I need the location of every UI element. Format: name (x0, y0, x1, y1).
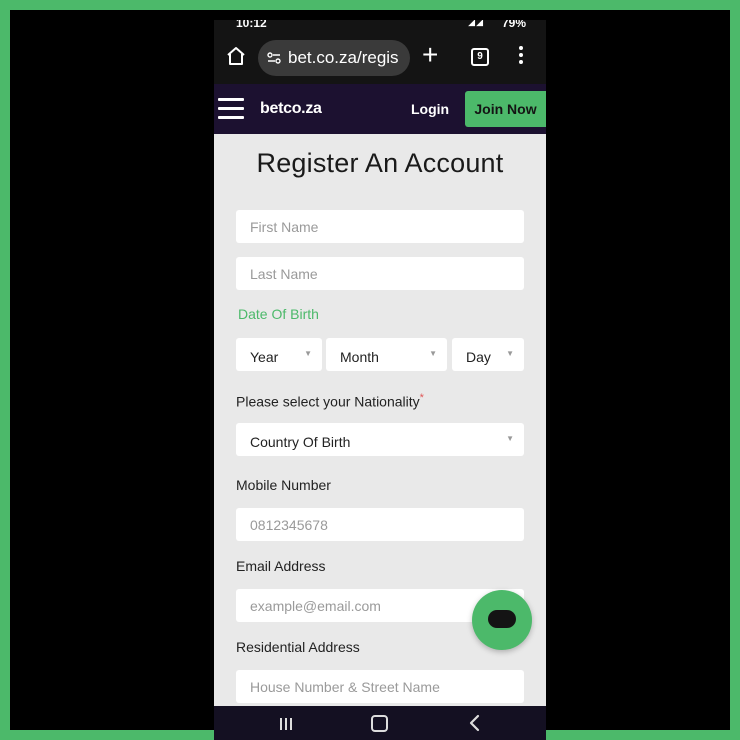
country-select-value: Country Of Birth (250, 434, 351, 450)
phone-screen: 10:12 ◢◢ 79% bet.co.za/regis + 9 betco.z… (214, 20, 546, 740)
chevron-down-icon: ▼ (506, 434, 514, 443)
home-icon[interactable] (224, 44, 248, 68)
status-time: 10:12 (236, 20, 267, 30)
residential-address-label: Residential Address (236, 639, 360, 655)
address-bar[interactable]: bet.co.za/regis (258, 40, 410, 76)
site-logo[interactable]: betco.za (260, 100, 322, 118)
site-header: betco.za Login Join Now (214, 84, 546, 134)
year-select-value: Year (250, 349, 279, 365)
email-label: Email Address (236, 558, 326, 574)
chat-button[interactable] (472, 590, 532, 650)
signal-icon: ◢◢ (468, 20, 484, 27)
nationality-label-text: Please select your Nationality (236, 393, 420, 410)
month-select[interactable]: Month ▼ (326, 338, 447, 371)
new-tab-icon[interactable]: + (422, 38, 438, 72)
video-frame: 10:12 ◢◢ 79% bet.co.za/regis + 9 betco.z… (10, 10, 730, 740)
day-select[interactable]: Day ▼ (452, 338, 524, 371)
browser-toolbar: bet.co.za/regis + 9 (214, 34, 546, 84)
url-text: bet.co.za/regis (288, 48, 399, 67)
recents-icon[interactable] (280, 717, 296, 730)
battery-level: 79% (501, 20, 526, 30)
chat-icon (488, 610, 516, 628)
login-link[interactable]: Login (411, 101, 449, 117)
page-title: Register An Account (256, 148, 504, 178)
chevron-down-icon: ▼ (304, 349, 312, 358)
date-of-birth-label: Date Of Birth (238, 306, 319, 322)
site-settings-icon[interactable] (266, 50, 282, 66)
mobile-number-label: Mobile Number (236, 477, 331, 493)
address-input[interactable] (236, 670, 524, 703)
day-select-value: Day (466, 349, 491, 365)
android-nav-bar (214, 706, 546, 740)
tab-switcher-button[interactable]: 9 (471, 48, 489, 66)
first-name-input[interactable] (236, 210, 524, 243)
required-mark: * (419, 392, 424, 404)
more-menu-icon[interactable] (518, 44, 524, 68)
last-name-input[interactable] (236, 257, 524, 290)
nationality-label: Please select your Nationality* (236, 392, 424, 410)
chevron-down-icon: ▼ (429, 349, 437, 358)
home-button-icon[interactable] (371, 715, 388, 732)
country-of-birth-select[interactable]: Country Of Birth ▼ (236, 423, 524, 456)
month-select-value: Month (340, 349, 379, 365)
mobile-number-input[interactable] (236, 508, 524, 541)
chevron-down-icon: ▼ (506, 349, 514, 358)
year-select[interactable]: Year ▼ (236, 338, 322, 371)
back-icon[interactable] (466, 713, 484, 733)
join-now-button[interactable]: Join Now (465, 91, 546, 127)
hamburger-menu-icon[interactable] (218, 98, 244, 120)
status-bar: 10:12 ◢◢ 79% (214, 20, 546, 34)
